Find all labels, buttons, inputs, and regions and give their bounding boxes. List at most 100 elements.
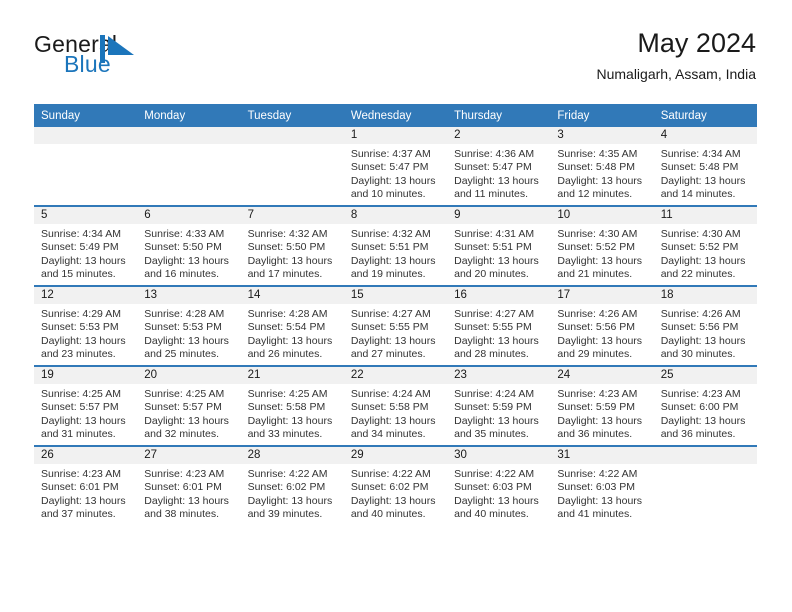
sunrise-text: Sunrise: 4:22 AM — [350, 468, 431, 480]
calendar-day-cell[interactable]: 30 Sunrise: 4:22 AM Sunset: 6:03 PM Dayligh… — [447, 445, 551, 525]
day-details: Sunrise: 4:25 AM Sunset: 5:57 PM Daylight:… — [34, 384, 137, 442]
calendar-day-cell[interactable]: 18 Sunrise: 4:26 AM Sunset: 5:56 PM Dayligh… — [653, 285, 757, 366]
sunrise-text: Sunrise: 4:22 AM — [557, 468, 638, 480]
calendar-day-cell[interactable]: 6 Sunrise: 4:33 AM Sunset: 5:50 PM Daylight… — [137, 205, 241, 286]
calendar-day-cell[interactable]: 8 Sunrise: 4:32 AM Sunset: 5:51 PM Daylight… — [343, 205, 448, 286]
day-details: Sunrise: 4:27 AM Sunset: 5:55 PM Daylight:… — [344, 304, 447, 362]
calendar-week-row: 26 Sunrise: 4:23 AM Sunset: 6:01 PM Dayligh… — [34, 445, 757, 525]
day-details: Sunrise: 4:22 AM Sunset: 6:02 PM Daylight:… — [241, 464, 344, 522]
calendar-day-cell[interactable]: 29 Sunrise: 4:22 AM Sunset: 6:02 PM Dayligh… — [343, 445, 448, 525]
calendar-day-cell[interactable]: 12 Sunrise: 4:29 AM Sunset: 5:53 PM Dayligh… — [34, 285, 138, 366]
day-number: 15 — [343, 287, 448, 304]
weekday-header-monday: Monday — [137, 104, 241, 127]
daylight-text-line1: Daylight: 13 hours — [660, 254, 746, 267]
sunset-text: Sunset: 5:48 PM — [660, 161, 739, 174]
calendar-day-cell[interactable]: 23 Sunrise: 4:24 AM Sunset: 5:59 PM Dayligh… — [447, 365, 551, 446]
sunrise-text: Sunrise: 4:25 AM — [41, 388, 121, 400]
daylight-text-line1: Daylight: 13 hours — [247, 334, 333, 347]
calendar-day-cell[interactable]: 20 Sunrise: 4:25 AM Sunset: 5:57 PM Dayligh… — [137, 365, 241, 446]
day-number: 19 — [34, 367, 138, 384]
calendar-day-cell[interactable]: 5 Sunrise: 4:34 AM Sunset: 5:49 PM Daylight… — [34, 205, 138, 286]
day-number: 7 — [240, 207, 344, 224]
sunset-text: Sunset: 5:59 PM — [454, 401, 532, 414]
day-details: Sunrise: 4:33 AM Sunset: 5:50 PM Daylight:… — [137, 224, 240, 282]
sunrise-text: Sunrise: 4:35 AM — [557, 148, 638, 160]
brand-logo[interactable]: General Blue — [34, 33, 254, 85]
calendar-day-cell[interactable]: 4 Sunrise: 4:34 AM Sunset: 5:48 PM Daylight… — [653, 127, 757, 206]
calendar-week-row: 1 Sunrise: 4:37 AM Sunset: 5:47 PM Daylight… — [34, 127, 757, 206]
calendar-day-cell[interactable]: 27 Sunrise: 4:23 AM Sunset: 6:01 PM Dayligh… — [137, 445, 241, 525]
calendar-day-cell[interactable]: 2 Sunrise: 4:36 AM Sunset: 5:47 PM Daylight… — [447, 127, 551, 206]
daylight-text-line2: and 40 minutes. — [350, 508, 426, 521]
day-details: Sunrise: 4:30 AM Sunset: 5:52 PM Daylight:… — [654, 224, 757, 282]
calendar-week-row: 5 Sunrise: 4:34 AM Sunset: 5:49 PM Daylight… — [34, 205, 757, 286]
calendar-day-cell[interactable]: 14 Sunrise: 4:28 AM Sunset: 5:54 PM Dayligh… — [240, 285, 344, 366]
daylight-text-line1: Daylight: 13 hours — [660, 334, 746, 347]
weekday-header-sunday: Sunday — [34, 104, 138, 127]
calendar-day-cell[interactable]: 15 Sunrise: 4:27 AM Sunset: 5:55 PM Dayligh… — [343, 285, 448, 366]
sunrise-text: Sunrise: 4:27 AM — [454, 308, 535, 320]
calendar-day-cell[interactable]: 13 Sunrise: 4:28 AM Sunset: 5:53 PM Dayligh… — [137, 285, 241, 366]
calendar-day-cell-empty — [653, 445, 757, 525]
calendar-day-cell[interactable]: 16 Sunrise: 4:27 AM Sunset: 5:55 PM Dayligh… — [447, 285, 551, 366]
day-number: 17 — [550, 287, 654, 304]
day-number — [137, 127, 241, 144]
daylight-text-line2: and 21 minutes. — [557, 268, 633, 281]
calendar-day-cell[interactable]: 22 Sunrise: 4:24 AM Sunset: 5:58 PM Dayligh… — [343, 365, 448, 446]
calendar-day-cell[interactable]: 11 Sunrise: 4:30 AM Sunset: 5:52 PM Dayligh… — [653, 205, 757, 286]
sunrise-text: Sunrise: 4:27 AM — [350, 308, 431, 320]
daylight-text-line1: Daylight: 13 hours — [247, 254, 333, 267]
day-number: 27 — [137, 447, 241, 464]
calendar-day-cell[interactable]: 17 Sunrise: 4:26 AM Sunset: 5:56 PM Dayligh… — [550, 285, 654, 366]
day-number: 16 — [447, 287, 551, 304]
day-number: 18 — [653, 287, 757, 304]
daylight-text-line1: Daylight: 13 hours — [660, 174, 746, 187]
day-number — [653, 447, 757, 464]
sunrise-text: Sunrise: 4:24 AM — [350, 388, 431, 400]
daylight-text-line1: Daylight: 13 hours — [144, 414, 229, 427]
daylight-text-line2: and 26 minutes. — [247, 348, 323, 361]
daylight-text-line2: and 23 minutes. — [41, 348, 116, 361]
calendar-day-cell[interactable]: 24 Sunrise: 4:23 AM Sunset: 5:59 PM Dayligh… — [550, 365, 654, 446]
calendar-day-cell[interactable]: 7 Sunrise: 4:32 AM Sunset: 5:50 PM Daylight… — [240, 205, 344, 286]
day-details: Sunrise: 4:24 AM Sunset: 5:59 PM Daylight:… — [447, 384, 550, 442]
calendar-day-cell[interactable]: 3 Sunrise: 4:35 AM Sunset: 5:48 PM Daylight… — [550, 127, 654, 206]
daylight-text-line1: Daylight: 13 hours — [454, 494, 539, 507]
day-details: Sunrise: 4:34 AM Sunset: 5:49 PM Daylight:… — [34, 224, 137, 282]
sunset-text: Sunset: 5:51 PM — [350, 241, 429, 254]
daylight-text-line1: Daylight: 13 hours — [247, 494, 333, 507]
sunset-text: Sunset: 5:48 PM — [557, 161, 636, 174]
calendar-day-cell[interactable]: 21 Sunrise: 4:25 AM Sunset: 5:58 PM Dayligh… — [240, 365, 344, 446]
sunset-text: Sunset: 5:56 PM — [660, 321, 739, 334]
calendar-day-cell[interactable]: 25 Sunrise: 4:23 AM Sunset: 6:00 PM Dayligh… — [653, 365, 757, 446]
calendar-day-cell[interactable]: 19 Sunrise: 4:25 AM Sunset: 5:57 PM Dayligh… — [34, 365, 138, 446]
daylight-text-line1: Daylight: 13 hours — [454, 254, 539, 267]
calendar-day-cell-empty — [34, 127, 138, 206]
sunrise-text: Sunrise: 4:23 AM — [41, 468, 121, 480]
daylight-text-line1: Daylight: 13 hours — [454, 174, 539, 187]
day-number: 21 — [240, 367, 344, 384]
sunrise-text: Sunrise: 4:23 AM — [660, 388, 741, 400]
daylight-text-line1: Daylight: 13 hours — [557, 494, 643, 507]
calendar-day-cell[interactable]: 10 Sunrise: 4:30 AM Sunset: 5:52 PM Dayligh… — [550, 205, 654, 286]
day-details: Sunrise: 4:34 AM Sunset: 5:48 PM Daylight:… — [654, 144, 757, 202]
daylight-text-line2: and 32 minutes. — [144, 428, 219, 441]
daylight-text-line2: and 16 minutes. — [144, 268, 219, 281]
daylight-text-line2: and 20 minutes. — [454, 268, 529, 281]
calendar-day-cell[interactable]: 9 Sunrise: 4:31 AM Sunset: 5:51 PM Daylight… — [447, 205, 551, 286]
calendar-day-cell[interactable]: 31 Sunrise: 4:22 AM Sunset: 6:03 PM Dayligh… — [550, 445, 654, 525]
calendar-day-cell[interactable]: 1 Sunrise: 4:37 AM Sunset: 5:47 PM Daylight… — [343, 127, 448, 206]
day-details: Sunrise: 4:23 AM Sunset: 6:00 PM Daylight:… — [654, 384, 757, 442]
sunrise-text: Sunrise: 4:32 AM — [350, 228, 431, 240]
day-details: Sunrise: 4:25 AM Sunset: 5:57 PM Daylight:… — [137, 384, 240, 442]
calendar-day-cell[interactable]: 26 Sunrise: 4:23 AM Sunset: 6:01 PM Dayligh… — [34, 445, 138, 525]
day-details: Sunrise: 4:28 AM Sunset: 5:53 PM Daylight:… — [137, 304, 240, 362]
daylight-text-line2: and 14 minutes. — [660, 188, 736, 201]
day-number: 1 — [343, 127, 448, 144]
daylight-text-line2: and 33 minutes. — [247, 428, 323, 441]
day-details: Sunrise: 4:25 AM Sunset: 5:58 PM Daylight:… — [241, 384, 344, 442]
page-title: May 2024 — [637, 28, 756, 58]
day-number: 3 — [550, 127, 654, 144]
daylight-text-line1: Daylight: 13 hours — [350, 254, 436, 267]
calendar-day-cell[interactable]: 28 Sunrise: 4:22 AM Sunset: 6:02 PM Dayligh… — [240, 445, 344, 525]
